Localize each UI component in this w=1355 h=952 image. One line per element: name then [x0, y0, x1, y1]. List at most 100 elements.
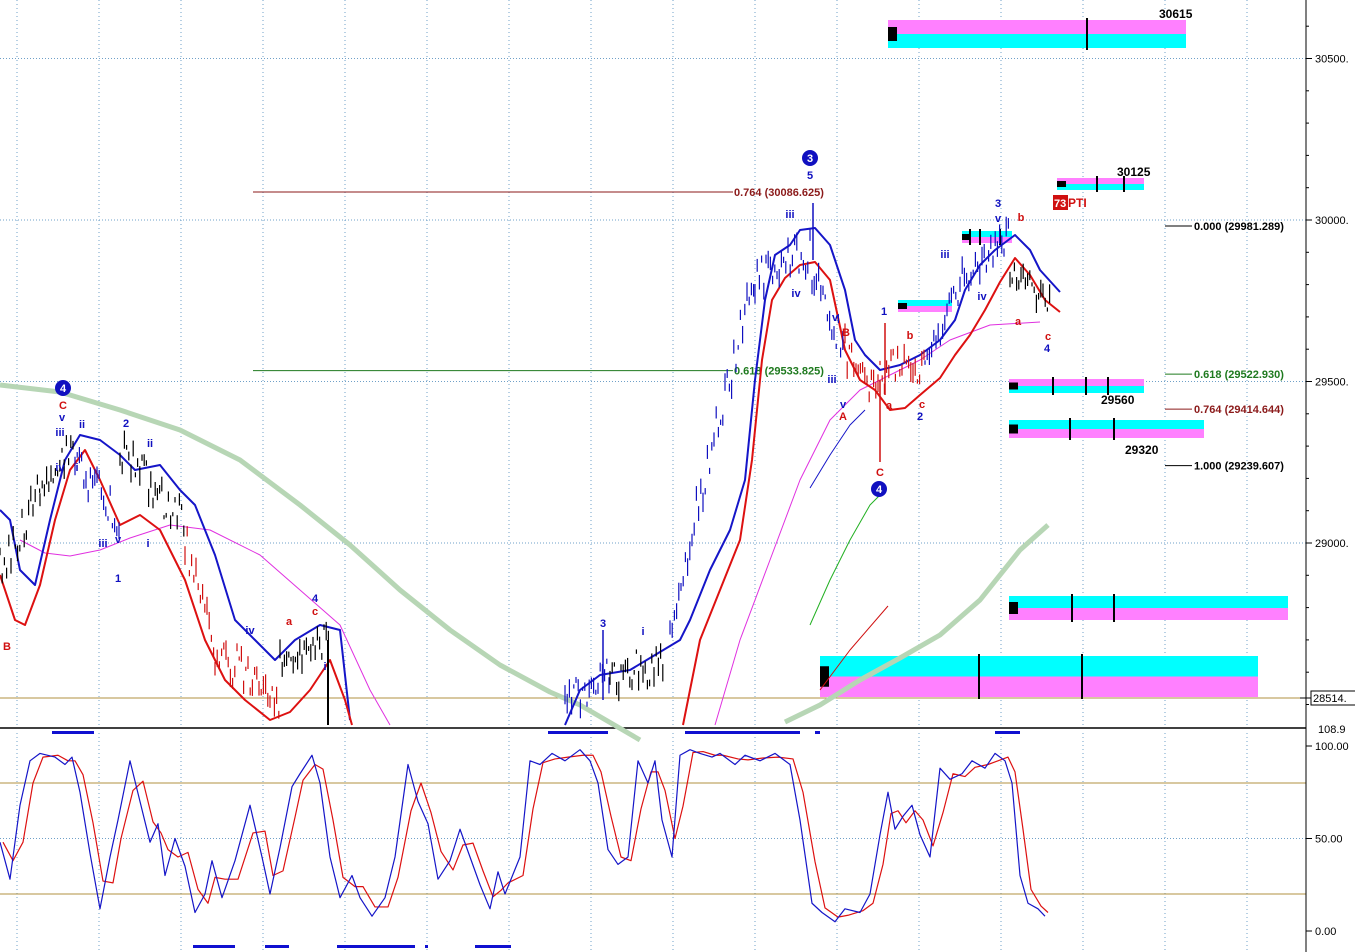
wave-label-circled: 4: [60, 383, 67, 395]
wave-label: 1: [881, 306, 887, 318]
signal-marker: [548, 731, 608, 734]
wave-label: 3: [600, 618, 606, 630]
wave-label: a: [886, 400, 893, 412]
target-box-bottom: [1009, 608, 1288, 620]
target-box-marker: [1009, 602, 1018, 614]
wave-label: iv: [791, 288, 801, 300]
wave-label: 1: [115, 573, 121, 585]
wave-label: ii: [79, 419, 85, 431]
osc-tick-label: 50.00: [1315, 834, 1343, 846]
wave-label: i: [641, 626, 644, 638]
wave-label: b: [1018, 212, 1025, 224]
wave-label: iii: [55, 427, 64, 439]
target-box-bottom: [820, 676, 1258, 697]
target-box-mid-small: [898, 300, 952, 312]
target-box-bottom: [1057, 184, 1144, 190]
price-pane: 30615 30125 29560 29320 73 PTI 0.764 (30086.62…: [0, 0, 1306, 952]
target-label: 29320: [1125, 443, 1159, 457]
price-tick-label: 29000.: [1315, 538, 1349, 550]
current-price-label: 28514.: [1313, 693, 1347, 705]
wave-label: C: [59, 400, 67, 412]
target-box-top: [1009, 420, 1204, 429]
wave-label: iii: [98, 538, 107, 550]
signal-marker: [52, 731, 94, 734]
target-label: 30125: [1117, 165, 1151, 179]
target-label: 30615: [1159, 7, 1193, 21]
wave-label: C: [876, 467, 884, 479]
wave-label: v: [995, 213, 1002, 225]
signal-marker: [265, 945, 289, 948]
osc-tick-label: 0.00: [1315, 926, 1336, 938]
wave-label: v: [59, 412, 66, 424]
wave-label: 2: [123, 418, 129, 430]
wave-label: ii: [147, 438, 153, 450]
wave-label: b: [907, 330, 914, 342]
signal-marker: [337, 945, 415, 948]
plot-background: [0, 0, 1306, 952]
wave-label: 5: [807, 170, 813, 182]
wave-label: 3: [995, 198, 1001, 210]
osc-top-partial-label: 108.9: [1318, 724, 1346, 736]
fib-level-label: 1.000 (29239.607): [1194, 461, 1284, 473]
pti-text: PTI: [1068, 196, 1087, 210]
target-box-30615: [888, 18, 1186, 50]
signal-marker: [425, 945, 428, 948]
signal-marker: [995, 731, 1020, 734]
price-tick-label: 29500.: [1315, 377, 1349, 389]
target-box-marker: [888, 27, 897, 41]
fib-level-label: 0.618 (29533.825): [734, 366, 824, 378]
osc-tick-label: 100.00: [1315, 741, 1349, 753]
target-box-low: [1009, 594, 1288, 622]
wave-label-circled: 4: [876, 484, 883, 496]
signal-marker: [475, 945, 511, 948]
target-box-bottom: [1009, 386, 1144, 393]
wave-label: v: [832, 312, 839, 324]
wave-label: a: [1015, 316, 1022, 328]
wave-label: iv: [245, 625, 255, 637]
wave-label: 4: [1044, 343, 1051, 355]
target-label: 29560: [1101, 393, 1135, 407]
chart-canvas: 30615 30125 29560 29320 73 PTI 0.764 (30086.62…: [0, 0, 1355, 952]
wave-label: 4: [312, 593, 319, 605]
wave-label: iv: [977, 291, 987, 303]
wave-label: i: [323, 661, 326, 673]
wave-label: i: [75, 462, 78, 474]
pti-value: 73: [1054, 198, 1066, 210]
wave-label: 2: [917, 411, 923, 423]
target-box-marker: [1009, 424, 1018, 434]
wave-label-circled: 3: [807, 153, 813, 165]
wave-label: iii: [827, 374, 836, 386]
price-axis: 30500. 30000. 29500. 29000. 28514. 108.9 100.0…: [1300, 0, 1355, 952]
fib-level-label: 0.764 (30086.625): [734, 187, 824, 199]
wave-label: iii: [785, 209, 794, 221]
wave-label: a: [286, 616, 293, 628]
target-box-top: [888, 20, 1186, 34]
wave-label: A: [839, 411, 847, 423]
signal-marker: [193, 945, 235, 948]
fib-level-label: 0.618 (29522.930): [1194, 369, 1284, 381]
wave-label: B: [3, 641, 11, 653]
target-box-marker: [1009, 382, 1018, 390]
wave-label: v: [840, 399, 847, 411]
signal-marker: [815, 731, 820, 734]
target-box-top: [1009, 379, 1144, 386]
wave-label: c: [1045, 331, 1051, 343]
fib-level-label: 0.000 (29981.289): [1194, 221, 1284, 233]
price-tick-label: 30000.: [1315, 215, 1349, 227]
wave-label: c: [919, 399, 925, 411]
target-box-29320: [1009, 418, 1204, 440]
wave-label: iii: [940, 249, 949, 261]
target-box-marker: [1057, 181, 1066, 187]
target-box-bottom: [820, 654, 1258, 699]
wave-label: B: [842, 327, 850, 339]
wave-label: v: [115, 534, 122, 546]
signal-marker: [685, 731, 800, 734]
target-box-marker: [898, 303, 907, 309]
wave-label: iv: [55, 462, 65, 474]
target-box-bottom: [888, 34, 1186, 48]
wave-label: i: [146, 538, 149, 550]
target-box-top: [1009, 596, 1288, 608]
price-tick-label: 30500.: [1315, 54, 1349, 66]
fib-level-label: 0.764 (29414.644): [1194, 404, 1284, 416]
target-box-bottom: [1009, 429, 1204, 438]
